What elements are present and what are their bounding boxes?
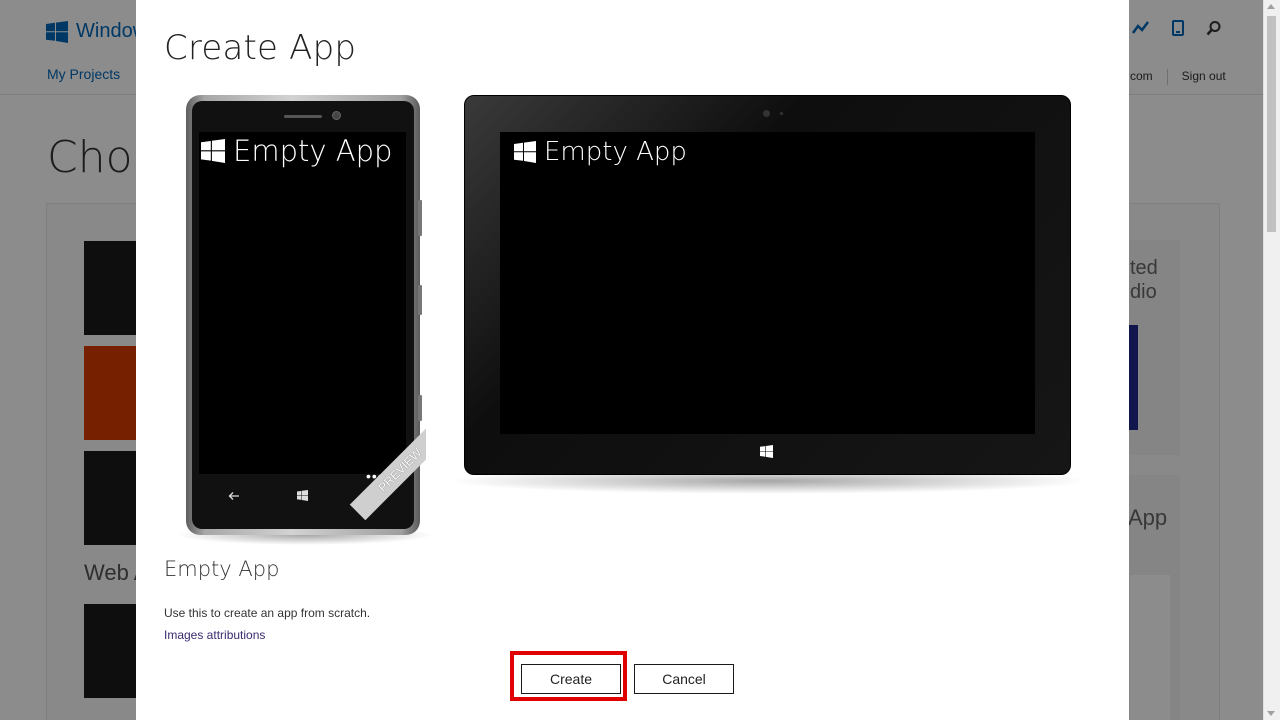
phone-preview-image: Empty App ••• PREVIEW — [186, 95, 426, 540]
create-app-dialog: Create App Empty App ••• PREVIEW Empty A… — [136, 0, 1129, 720]
phone-side-button — [418, 395, 422, 421]
dialog-title: Create App — [164, 28, 357, 68]
phone-app-title-text: Empty App — [233, 134, 393, 168]
windows-logo-icon — [201, 139, 225, 163]
cancel-button[interactable]: Cancel — [634, 664, 734, 694]
phone-side-button — [418, 285, 422, 315]
scroll-thumb[interactable] — [1267, 16, 1276, 232]
phone-side-button — [418, 200, 422, 236]
scroll-down-arrow[interactable] — [1267, 711, 1275, 716]
template-name: Empty App — [164, 557, 280, 581]
tablet-camera — [763, 110, 770, 117]
template-description: Use this to create an app from scratch. — [164, 606, 371, 620]
tablet-sensor — [780, 112, 783, 115]
back-arrow-icon — [228, 488, 240, 504]
page-scrollbar[interactable] — [1263, 0, 1280, 720]
windows-start-icon — [297, 488, 309, 504]
tablet-app-title: Empty App — [514, 137, 687, 167]
create-button[interactable]: Create — [521, 664, 621, 694]
windows-button-icon — [760, 445, 773, 463]
tablet-screen: Empty App — [500, 132, 1035, 434]
images-attributions-link[interactable]: Images attributions — [164, 628, 265, 642]
phone-app-title: Empty App — [201, 134, 392, 168]
tablet-preview-image: Empty App — [464, 95, 1071, 475]
windows-logo-icon — [514, 141, 536, 163]
phone-screen: Empty App — [199, 132, 406, 474]
tablet-app-title-text: Empty App — [544, 137, 687, 167]
scroll-up-arrow[interactable] — [1267, 4, 1275, 9]
phone-speaker — [284, 115, 322, 118]
phone-camera — [332, 111, 341, 120]
